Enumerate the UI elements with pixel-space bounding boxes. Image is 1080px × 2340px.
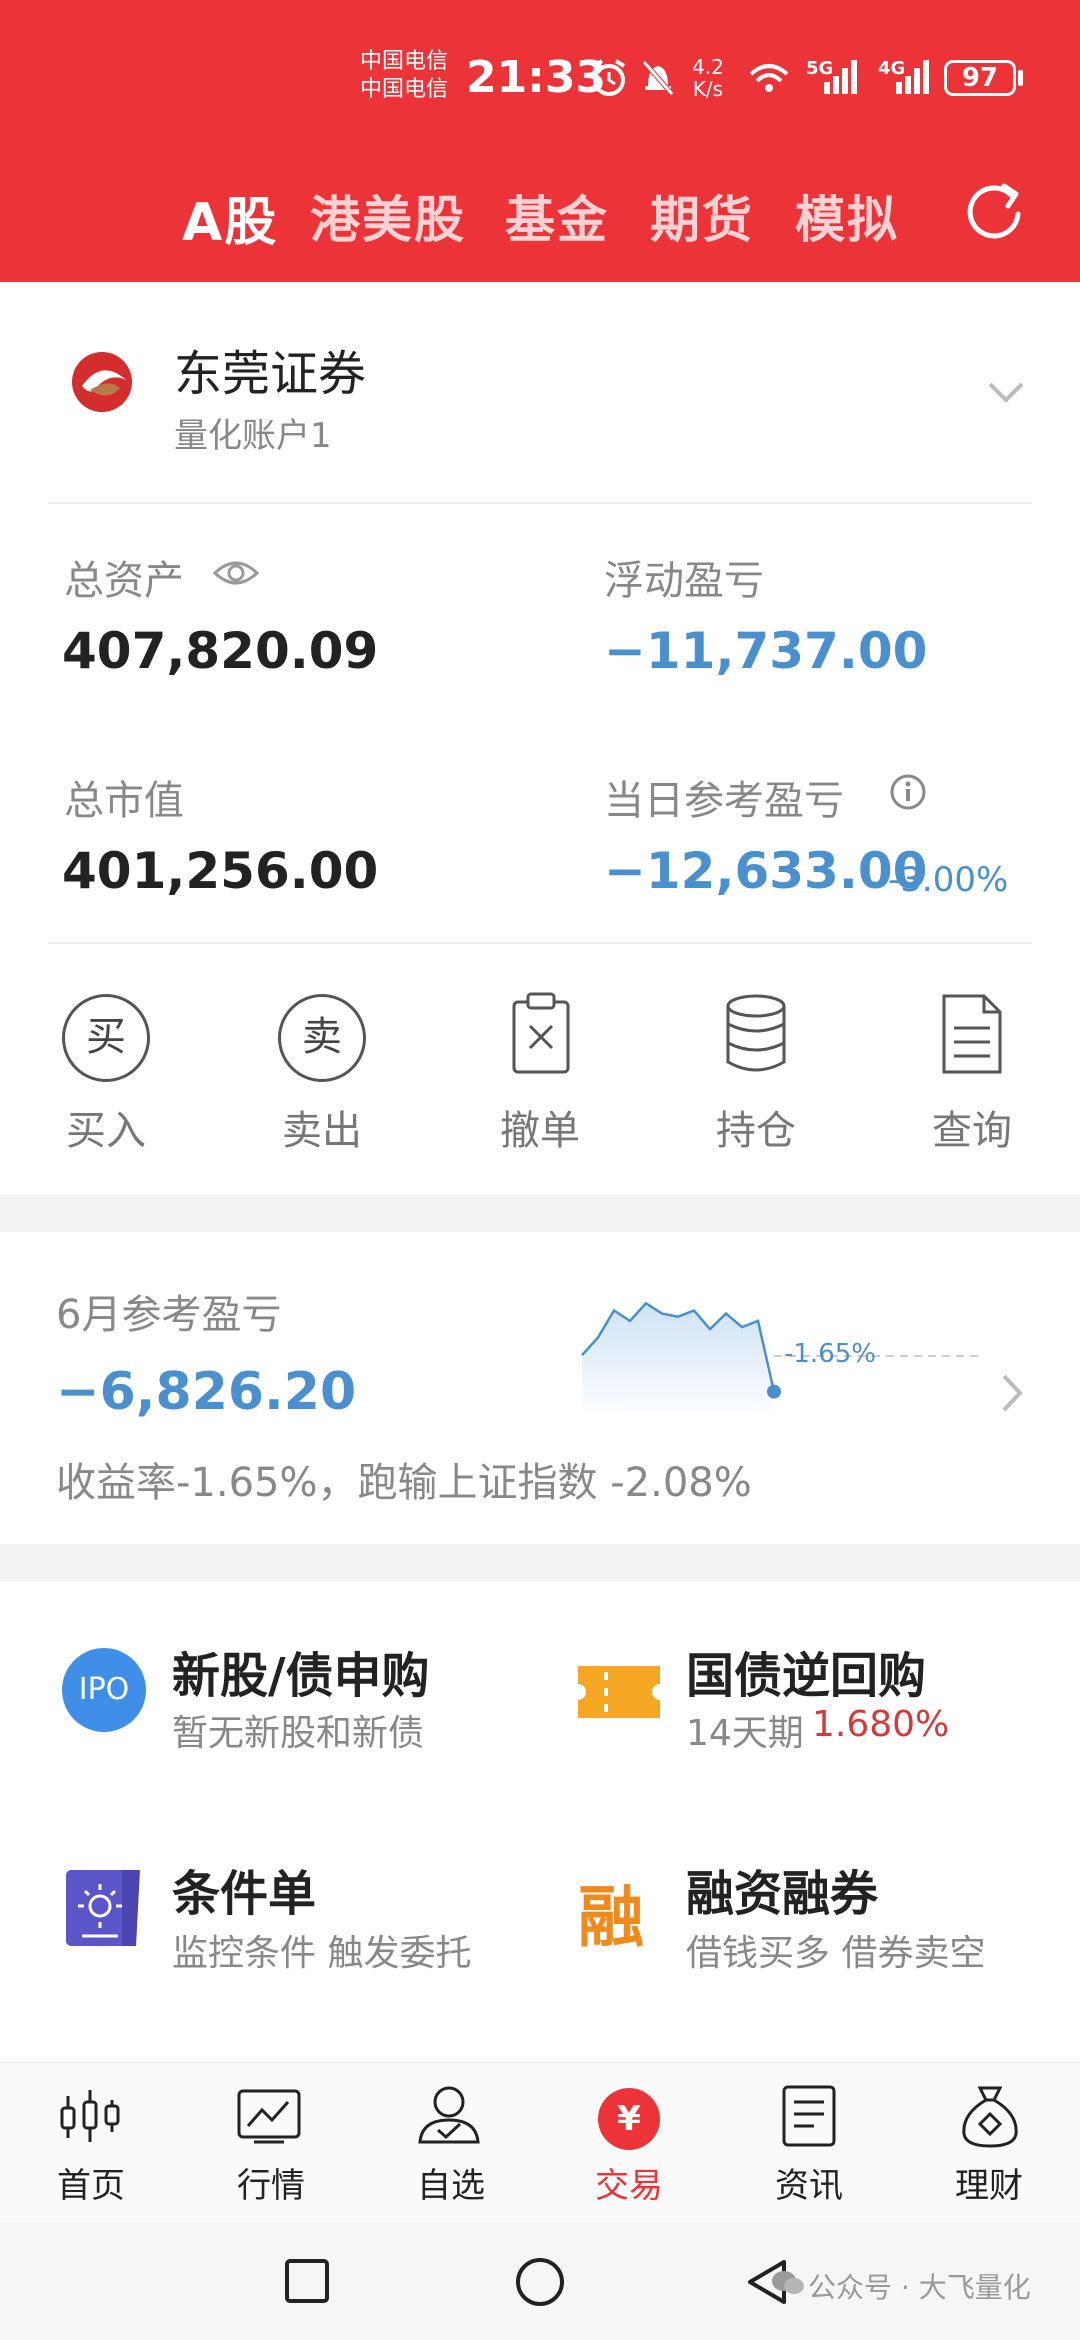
floating-pl-value: −11,737.00 bbox=[604, 622, 928, 680]
buy-button[interactable]: 买入 bbox=[46, 1098, 166, 1156]
watchlist-user-icon[interactable] bbox=[416, 2084, 482, 2146]
nav-news[interactable]: 资讯 bbox=[744, 2158, 874, 2207]
market-value-label: 总市值 bbox=[64, 778, 184, 824]
positions-button[interactable]: 持仓 bbox=[696, 1098, 816, 1156]
eye-icon[interactable] bbox=[212, 556, 260, 590]
conditional-order-title[interactable]: 条件单 bbox=[172, 1854, 316, 1924]
carrier-2: 中国电信 bbox=[360, 77, 449, 102]
tab-funds[interactable]: 基金 bbox=[505, 180, 609, 252]
network-speed: 4.2 K/s bbox=[692, 56, 724, 100]
wifi-icon bbox=[749, 64, 789, 92]
battery-icon: 97 bbox=[944, 60, 1016, 96]
home-circle-icon[interactable] bbox=[514, 2256, 566, 2308]
cancel-order-button[interactable]: 撤单 bbox=[480, 1098, 600, 1156]
treasury-repo-title[interactable]: 国债逆回购 bbox=[686, 1636, 926, 1706]
daily-pl-percent: -3.00% bbox=[888, 860, 1009, 900]
monthly-sparkline: -1.65% bbox=[581, 1301, 984, 1420]
speed-value: 4.2 bbox=[692, 55, 724, 79]
monthly-pl-value: −6,826.20 bbox=[56, 1362, 357, 1422]
divider bbox=[48, 942, 1032, 944]
tab-hk-us-stocks[interactable]: 港美股 bbox=[310, 180, 466, 252]
daily-pl-label: 当日参考盈亏 bbox=[604, 778, 844, 824]
margin-trading-icon[interactable]: 融 bbox=[578, 1864, 644, 1960]
chevron-down-icon[interactable] bbox=[986, 378, 1026, 408]
tab-a-shares[interactable]: A股 bbox=[182, 180, 278, 255]
buy-icon[interactable]: 买 bbox=[62, 994, 150, 1082]
signal-5g-icon bbox=[824, 60, 857, 94]
broker-name[interactable]: 东莞证券 bbox=[174, 334, 366, 404]
ipo-subscription-subtitle: 暂无新股和新债 bbox=[172, 1713, 425, 1754]
recents-square-icon[interactable] bbox=[284, 2258, 330, 2304]
signal-4g-icon bbox=[896, 60, 929, 94]
total-assets-value: 407,820.09 bbox=[62, 622, 379, 680]
nav-wealth[interactable]: 理财 bbox=[924, 2158, 1054, 2207]
sell-button[interactable]: 卖出 bbox=[262, 1098, 382, 1156]
margin-trading-subtitle: 借钱买多 借券卖空 bbox=[686, 1933, 986, 1974]
broker-logo-icon bbox=[72, 352, 132, 412]
market-chart-icon[interactable] bbox=[236, 2088, 302, 2144]
document-icon[interactable] bbox=[940, 992, 1004, 1076]
account-name: 量化账户1 bbox=[174, 416, 332, 456]
sparkline-area bbox=[582, 1303, 774, 1420]
conditional-order-subtitle: 监控条件 触发委托 bbox=[172, 1933, 472, 1974]
carrier-labels: 中国电信 中国电信 bbox=[360, 48, 448, 104]
bell-muted-icon bbox=[642, 60, 674, 96]
carrier-1: 中国电信 bbox=[360, 49, 449, 74]
total-assets-label: 总资产 bbox=[64, 558, 184, 604]
wealth-bag-icon[interactable] bbox=[958, 2084, 1022, 2150]
sparkline-endpoint bbox=[767, 1384, 781, 1399]
floating-pl-label: 浮动盈亏 bbox=[604, 558, 764, 604]
cancel-order-icon[interactable] bbox=[506, 990, 576, 1076]
sell-icon[interactable]: 卖 bbox=[278, 994, 366, 1082]
divider bbox=[48, 502, 1032, 504]
market-value-value: 401,256.00 bbox=[62, 842, 379, 900]
chevron-right-icon[interactable] bbox=[998, 1372, 1026, 1414]
candlestick-icon[interactable] bbox=[58, 2086, 122, 2146]
daily-pl-value: −12,633.00 bbox=[604, 842, 928, 900]
alarm-icon bbox=[592, 59, 626, 96]
speed-unit: K/s bbox=[692, 77, 724, 101]
news-document-icon[interactable] bbox=[780, 2084, 838, 2148]
nav-home[interactable]: 首页 bbox=[26, 2158, 156, 2207]
wechat-logo-icon bbox=[772, 2271, 804, 2294]
monthly-summary: 收益率-1.65%，跑输上证指数 -2.08% bbox=[56, 1460, 752, 1506]
sparkline-label: -1.65% bbox=[784, 1339, 876, 1369]
margin-trading-title[interactable]: 融资融券 bbox=[686, 1854, 878, 1924]
ipo-subscription-title[interactable]: 新股/债申购 bbox=[172, 1636, 430, 1706]
tab-futures[interactable]: 期货 bbox=[650, 180, 754, 252]
conditional-order-icon[interactable] bbox=[64, 1866, 144, 1950]
broker-row[interactable] bbox=[60, 340, 144, 428]
nav-watchlist[interactable]: 自选 bbox=[386, 2158, 516, 2207]
battery-level: 97 bbox=[961, 63, 999, 93]
app-header: 中国电信 中国电信 21:33 4.2 K/s 5G 4G 97 A股 港美股 … bbox=[0, 0, 1080, 282]
treasury-repo-subtitle: 14天期 bbox=[686, 1713, 804, 1754]
trade-yuan-icon[interactable]: ¥ bbox=[598, 2088, 660, 2150]
battery-tip bbox=[1018, 70, 1023, 86]
watermark: 公众号 · 大飞量化 bbox=[808, 2271, 1031, 2304]
info-icon[interactable] bbox=[888, 772, 928, 812]
query-button[interactable]: 查询 bbox=[912, 1098, 1032, 1156]
refresh-icon[interactable] bbox=[962, 178, 1028, 244]
status-time: 21:33 bbox=[466, 52, 607, 103]
ipo-icon[interactable]: IPO bbox=[62, 1648, 146, 1732]
nav-trade[interactable]: 交易 bbox=[564, 2158, 694, 2207]
bottom-nav bbox=[0, 2062, 1080, 2222]
monthly-pl-title: 6月参考盈亏 bbox=[56, 1292, 282, 1338]
tab-simulation[interactable]: 模拟 bbox=[795, 180, 899, 252]
treasury-repo-rate: 1.680% bbox=[812, 1704, 950, 1745]
database-icon[interactable] bbox=[724, 992, 788, 1076]
treasury-repo-icon[interactable] bbox=[576, 1662, 662, 1722]
nav-market[interactable]: 行情 bbox=[206, 2158, 336, 2207]
